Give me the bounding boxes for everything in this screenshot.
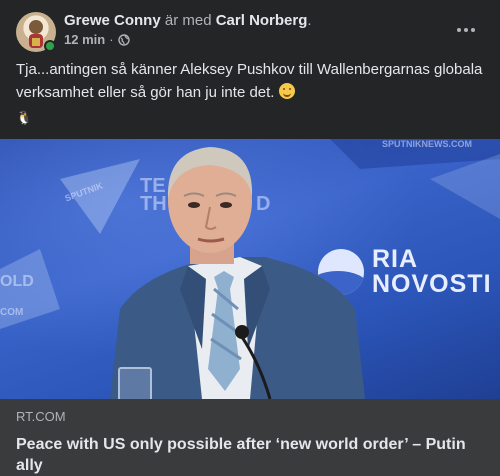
post-header: Grewe Conny är med Carl Norberg. 12 min … — [0, 0, 500, 56]
post-meta: 12 min · — [64, 32, 130, 47]
with-text: är med — [160, 12, 216, 29]
link-preview-card[interactable]: RT.COM Peace with US only possible after… — [0, 399, 500, 476]
post-photo[interactable]: SPUTNIK TE TH D OLD COM SPUTNIKNEWS.COM … — [0, 139, 500, 399]
author-line-suffix: . — [307, 12, 312, 29]
ria-line-1: RIA — [372, 245, 419, 273]
post-text: Tja...antingen så känner Aleksey Pushkov… — [16, 58, 486, 104]
more-options-icon[interactable] — [448, 18, 484, 42]
online-status-dot — [44, 40, 56, 52]
speaker-figure — [110, 147, 365, 399]
smiling-face-emoji — [278, 83, 295, 99]
author-line: Grewe Conny är med Carl Norberg. — [64, 12, 312, 30]
penguin-emoji: 🐧 — [16, 110, 33, 125]
ria-line-2: NOVOSTI — [372, 270, 492, 298]
meta-separator: · — [109, 32, 114, 47]
post-body: Tja...antingen så känner Aleksey Pushkov… — [16, 61, 483, 101]
post-time[interactable]: 12 min — [64, 32, 105, 47]
globe-icon[interactable] — [117, 33, 130, 46]
water-glass — [118, 367, 152, 399]
bg-text-4: OLD — [0, 273, 34, 290]
link-domain: RT.COM — [16, 409, 66, 424]
author-name[interactable]: Grewe Conny — [64, 12, 161, 29]
tagged-name[interactable]: Carl Norberg — [216, 12, 308, 29]
bg-text-5: COM — [0, 307, 24, 318]
bg-text-6: SPUTNIKNEWS.COM — [382, 139, 472, 149]
link-title[interactable]: Peace with US only possible after ‘new w… — [16, 434, 484, 476]
